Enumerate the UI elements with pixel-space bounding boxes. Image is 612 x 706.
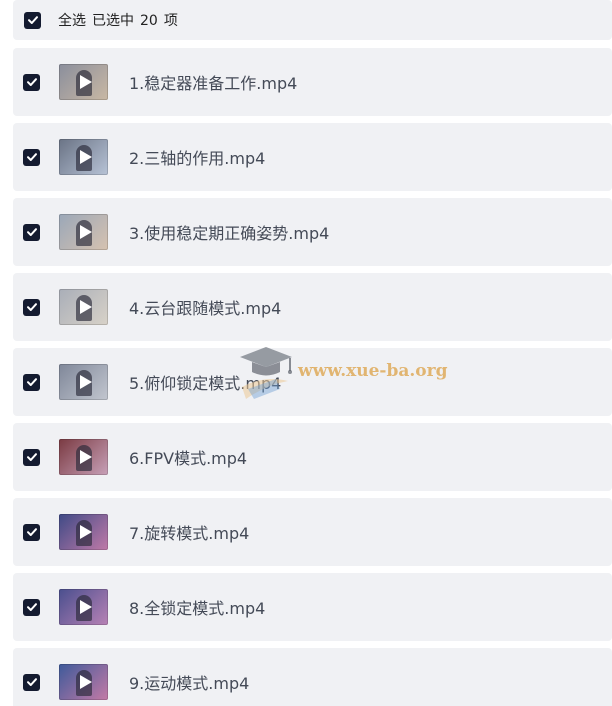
- file-name[interactable]: 3.使用稳定期正确姿势.mp4: [129, 220, 329, 244]
- video-thumbnail[interactable]: [59, 139, 108, 175]
- file-name[interactable]: 5.俯仰锁定模式.mp4: [129, 370, 281, 394]
- check-icon: [26, 228, 37, 236]
- video-thumbnail[interactable]: [59, 589, 108, 625]
- check-icon: [26, 678, 37, 686]
- file-name[interactable]: 1.稳定器准备工作.mp4: [129, 70, 297, 94]
- video-thumbnail[interactable]: [59, 64, 108, 100]
- check-icon: [26, 78, 37, 86]
- video-thumbnail[interactable]: [59, 664, 108, 700]
- file-checkbox[interactable]: [23, 598, 40, 616]
- play-icon: [79, 600, 92, 614]
- check-icon: [26, 528, 37, 536]
- file-checkbox[interactable]: [23, 298, 40, 316]
- file-list-page: 全选 已选中 20 项 1.稳定器准备工作.mp4 2.三轴的作用.mp4 3.使用稳定期…: [0, 0, 612, 706]
- file-checkbox[interactable]: [23, 73, 40, 91]
- file-row[interactable]: 6.FPV模式.mp4: [13, 423, 612, 491]
- check-icon: [26, 453, 37, 461]
- selected-count: 20: [140, 13, 158, 29]
- check-icon: [26, 303, 37, 311]
- play-icon: [79, 300, 92, 314]
- file-name[interactable]: 8.全锁定模式.mp4: [129, 595, 265, 619]
- video-thumbnail[interactable]: [59, 364, 108, 400]
- play-icon: [79, 375, 92, 389]
- play-icon: [79, 525, 92, 539]
- play-icon: [79, 75, 92, 89]
- check-icon: [27, 16, 38, 24]
- file-row[interactable]: 9.运动模式.mp4: [13, 648, 612, 706]
- select-all-checkbox[interactable]: [24, 11, 41, 29]
- select-all-bar: 全选 已选中 20 项: [13, 0, 612, 40]
- file-row[interactable]: 5.俯仰锁定模式.mp4: [13, 348, 612, 416]
- check-icon: [26, 153, 37, 161]
- video-thumbnail[interactable]: [59, 439, 108, 475]
- check-icon: [26, 603, 37, 611]
- video-thumbnail[interactable]: [59, 289, 108, 325]
- file-name[interactable]: 9.运动模式.mp4: [129, 670, 249, 694]
- video-thumbnail[interactable]: [59, 514, 108, 550]
- file-name[interactable]: 7.旋转模式.mp4: [129, 520, 249, 544]
- play-icon: [79, 450, 92, 464]
- count-unit: 项: [163, 13, 178, 29]
- check-icon: [26, 378, 37, 386]
- file-row[interactable]: 2.三轴的作用.mp4: [13, 123, 612, 191]
- play-icon: [79, 225, 92, 239]
- file-checkbox[interactable]: [23, 448, 40, 466]
- file-name[interactable]: 4.云台跟随模式.mp4: [129, 295, 281, 319]
- file-checkbox[interactable]: [23, 148, 40, 166]
- file-row[interactable]: 7.旋转模式.mp4: [13, 498, 612, 566]
- file-checkbox[interactable]: [23, 523, 40, 541]
- file-row[interactable]: 3.使用稳定期正确姿势.mp4: [13, 198, 612, 266]
- video-thumbnail[interactable]: [59, 214, 108, 250]
- select-all-label[interactable]: 全选: [58, 13, 86, 29]
- file-name[interactable]: 6.FPV模式.mp4: [129, 445, 247, 469]
- file-row[interactable]: 1.稳定器准备工作.mp4: [13, 48, 612, 116]
- file-row[interactable]: 8.全锁定模式.mp4: [13, 573, 612, 641]
- file-row[interactable]: 4.云台跟随模式.mp4: [13, 273, 612, 341]
- play-icon: [79, 675, 92, 689]
- selected-label: 已选中: [92, 13, 134, 29]
- file-checkbox[interactable]: [23, 673, 40, 691]
- play-icon: [79, 150, 92, 164]
- selection-summary: 全选 已选中 20 项: [58, 10, 184, 30]
- file-name[interactable]: 2.三轴的作用.mp4: [129, 145, 265, 169]
- file-checkbox[interactable]: [23, 373, 40, 391]
- file-checkbox[interactable]: [23, 223, 40, 241]
